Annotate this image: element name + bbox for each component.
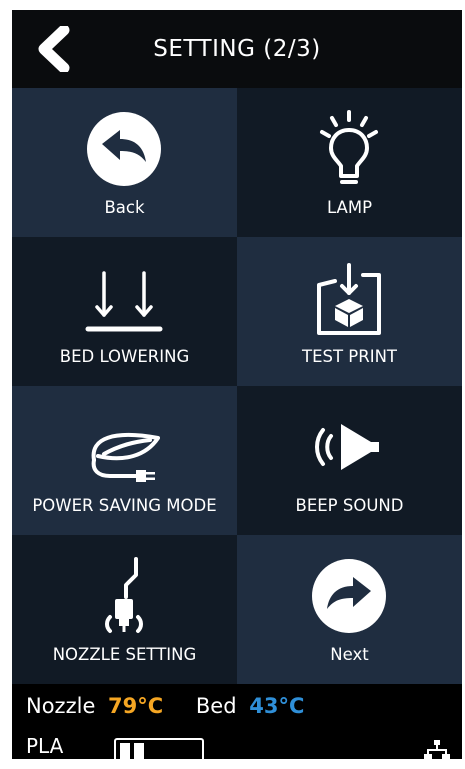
- lightbulb-icon: [320, 110, 378, 184]
- next-arrow-icon: [312, 559, 386, 633]
- filament-type: PLA: [26, 734, 64, 758]
- printer-screen: SETTING (2/3) Back LAMP BED LOWERING TES…: [12, 10, 462, 759]
- back-label: Back: [104, 198, 145, 217]
- lamp-tile[interactable]: LAMP: [237, 88, 462, 237]
- filament-spool-indicator: [114, 738, 204, 759]
- temperature-row: Nozzle 79°C Bed 43°C: [26, 694, 304, 718]
- header-bar: SETTING (2/3): [12, 10, 462, 88]
- nozzle-temp: 79°C: [108, 694, 164, 718]
- nozzle-setting-tile[interactable]: NOZZLE SETTING: [12, 535, 237, 684]
- settings-grid: Back LAMP BED LOWERING TEST PRINT POWER …: [12, 88, 462, 684]
- spool-bar: [120, 743, 130, 759]
- beep-sound-label: BEEP SOUND: [295, 496, 404, 515]
- power-saving-tile[interactable]: POWER SAVING MODE: [12, 386, 237, 535]
- bed-lowering-icon: [85, 271, 163, 332]
- bed-lowering-tile[interactable]: BED LOWERING: [12, 237, 237, 386]
- lamp-label: LAMP: [326, 198, 373, 217]
- network-icon: [424, 740, 450, 759]
- spool-bar: [134, 743, 144, 759]
- status-bar: Nozzle 79°C Bed 43°C PLA: [12, 684, 462, 759]
- next-tile[interactable]: Next: [237, 535, 462, 684]
- nozzle-label: Nozzle: [26, 694, 96, 718]
- bed-label: Bed: [195, 694, 237, 718]
- back-arrow-icon: [87, 112, 161, 186]
- test-print-label: TEST PRINT: [301, 347, 397, 366]
- speaker-icon: [315, 424, 379, 470]
- nozzle-setting-label: NOZZLE SETTING: [52, 645, 197, 664]
- test-print-icon: [317, 263, 381, 335]
- test-print-tile[interactable]: TEST PRINT: [237, 237, 462, 386]
- bed-temp: 43°C: [249, 694, 305, 718]
- power-saving-label: POWER SAVING MODE: [32, 496, 217, 515]
- back-tile[interactable]: Back: [12, 88, 237, 237]
- leaf-plug-icon: [91, 433, 160, 482]
- beep-sound-tile[interactable]: BEEP SOUND: [237, 386, 462, 535]
- page-title: SETTING (2/3): [153, 36, 321, 62]
- next-label: Next: [330, 645, 369, 664]
- bed-lowering-label: BED LOWERING: [59, 347, 190, 366]
- nozzle-icon: [105, 557, 143, 633]
